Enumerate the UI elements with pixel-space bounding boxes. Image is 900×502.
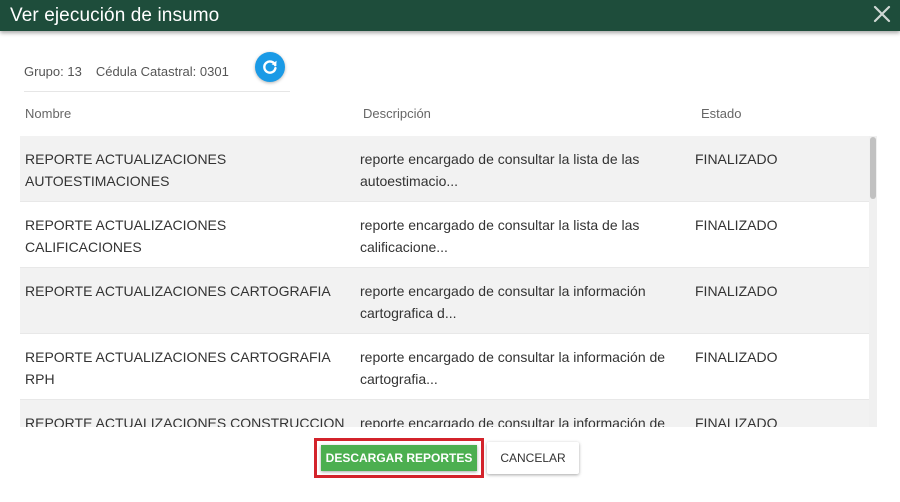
- row-description: reporte encargado de consultar la inform…: [360, 349, 666, 387]
- row-name: REPORTE ACTUALIZACIONES CARTOGRAFIA RPH: [25, 349, 331, 387]
- download-reports-button[interactable]: DESCARGAR REPORTES: [321, 445, 477, 471]
- dialog-title: Ver ejecución de insumo: [10, 4, 220, 26]
- input-info-bar: Grupo: 13 Cédula Catastral: 0301: [24, 52, 290, 92]
- close-icon[interactable]: [870, 2, 894, 26]
- group-label: Grupo: 13: [24, 64, 82, 79]
- row-state: FINALIZADO: [695, 151, 778, 167]
- row-name: REPORTE ACTUALIZACIONES CARTOGRAFIA: [25, 283, 331, 299]
- table-row[interactable]: REPORTE ACTUALIZACIONES CARTOGRAFIA repo…: [20, 268, 870, 334]
- cadastral-label: Cédula Catastral: 0301: [95, 64, 229, 79]
- dialog-titlebar: Ver ejecución de insumo: [0, 0, 900, 31]
- column-header-name: Nombre: [25, 106, 72, 121]
- row-name: REPORTE ACTUALIZACIONES CONSTRUCCION: [25, 415, 345, 427]
- cancel-button[interactable]: CANCELAR: [487, 442, 579, 474]
- column-header-description: Descripción: [363, 106, 431, 121]
- row-name: REPORTE ACTUALIZACIONES AUTOESTIMACIONES: [25, 151, 227, 189]
- row-description: reporte encargado de consultar la lista …: [360, 217, 640, 255]
- refresh-icon: [263, 60, 277, 74]
- table-header: Nombre Descripción Estado: [20, 96, 878, 132]
- row-state: FINALIZADO: [695, 217, 778, 233]
- download-button-highlight: DESCARGAR REPORTES: [314, 438, 484, 478]
- row-description: reporte encargado de consultar la inform…: [360, 283, 646, 321]
- row-state: FINALIZADO: [695, 349, 778, 365]
- table-row[interactable]: REPORTE ACTUALIZACIONES CONSTRUCCION rep…: [20, 400, 870, 427]
- row-state: FINALIZADO: [695, 283, 778, 299]
- row-name: REPORTE ACTUALIZACIONES CALIFICACIONES: [25, 217, 227, 255]
- table-body[interactable]: REPORTE ACTUALIZACIONES AUTOESTIMACIONES…: [20, 136, 878, 427]
- row-description: reporte encargado de consultar la lista …: [360, 151, 640, 189]
- table-row[interactable]: REPORTE ACTUALIZACIONES CARTOGRAFIA RPH …: [20, 334, 870, 400]
- refresh-button[interactable]: [255, 52, 285, 82]
- row-description: reporte encargado de consultar la inform…: [360, 415, 666, 427]
- scrollbar-thumb[interactable]: [870, 137, 876, 199]
- column-header-state: Estado: [701, 106, 742, 121]
- row-state: FINALIZADO: [695, 415, 778, 427]
- table-row[interactable]: REPORTE ACTUALIZACIONES CALIFICACIONES r…: [20, 202, 870, 268]
- table-row[interactable]: REPORTE ACTUALIZACIONES AUTOESTIMACIONES…: [20, 136, 870, 202]
